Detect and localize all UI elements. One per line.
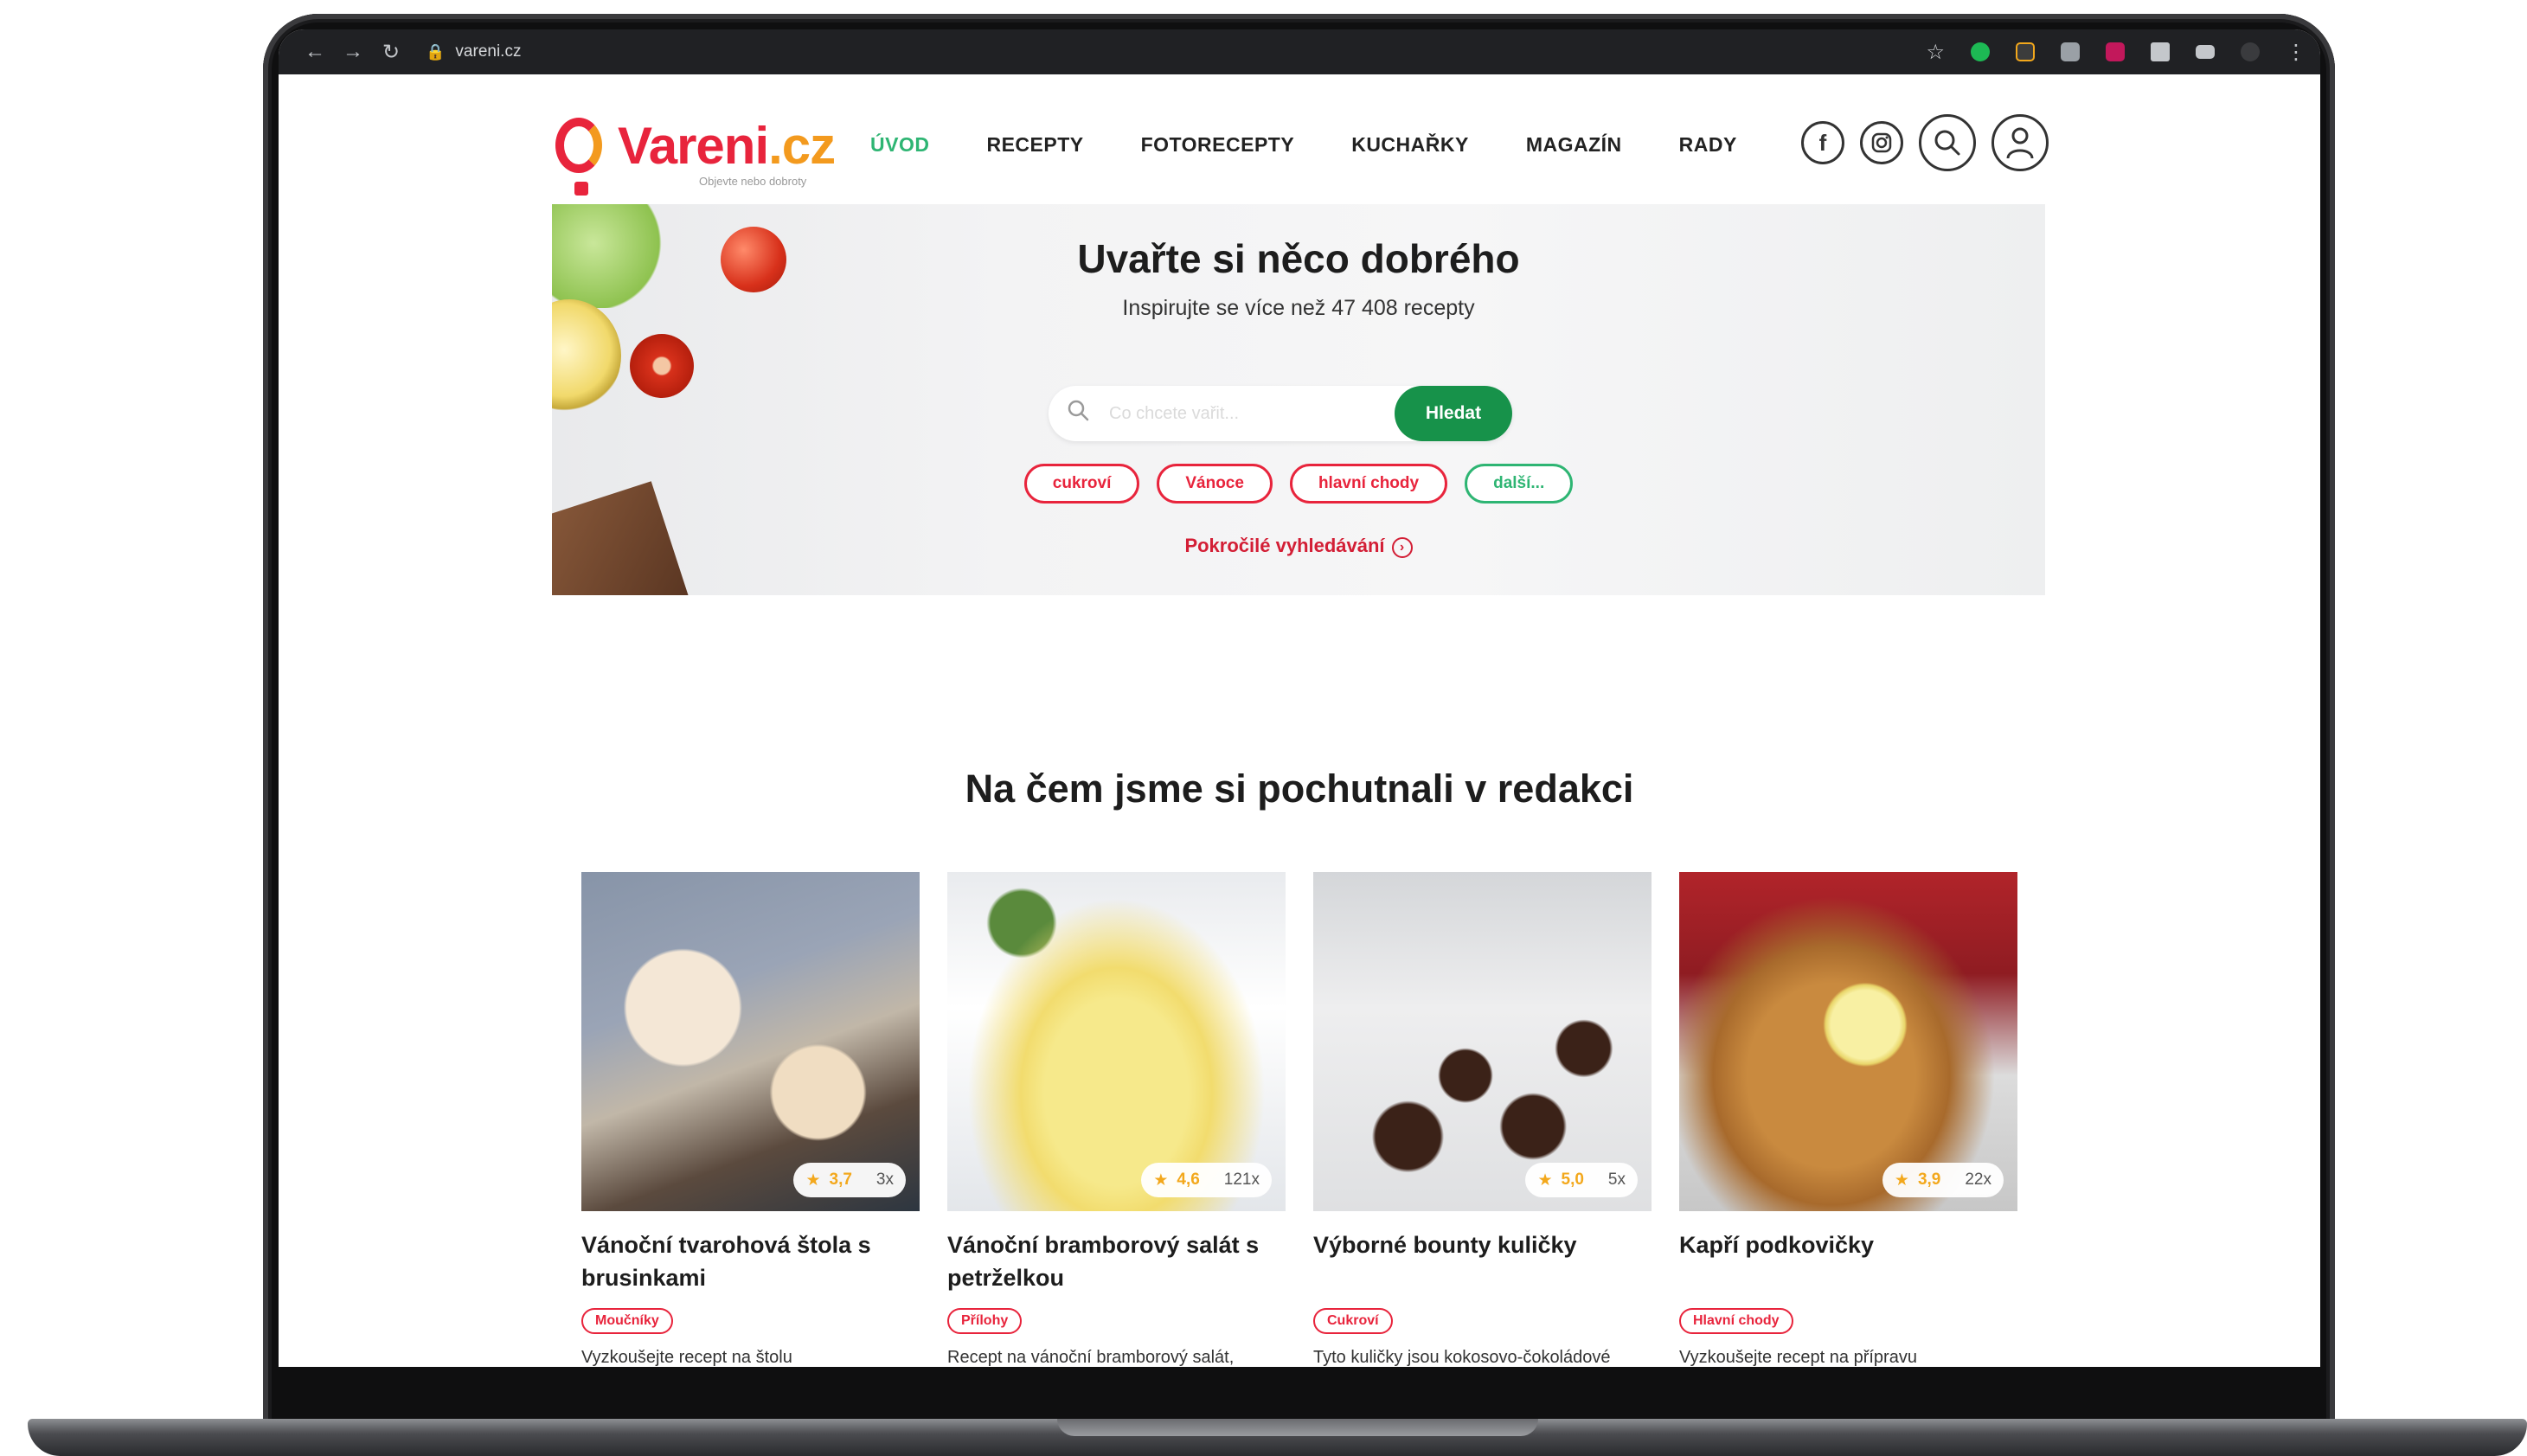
instagram-icon[interactable]: [1860, 121, 1903, 164]
rating-count: 3x: [875, 1171, 894, 1189]
recipe-title[interactable]: Vánoční bramborový salát s petrželkou: [947, 1228, 1286, 1296]
logo-tagline: Objevte nebo dobroty: [699, 175, 807, 188]
rating-badge: ★ 3,9 22x: [1882, 1163, 2004, 1197]
search-icon: [1066, 398, 1090, 428]
advanced-search-label[interactable]: Pokročilé vyhledávání: [1184, 535, 1384, 556]
extension-camera-icon[interactable]: [2061, 42, 2080, 61]
hero-banner: Uvařte si něco dobrého Inspirujte se víc…: [552, 204, 2045, 595]
recipe-card[interactable]: ★ 5,0 5x Výborné bounty kuličky Cukroví …: [1313, 872, 1652, 1367]
star-icon: ★: [1894, 1171, 1909, 1190]
rating-score: 4,6: [1177, 1171, 1200, 1189]
recipe-description: Vyzkoušejte recept na štolu: [581, 1348, 792, 1367]
recipe-search-input[interactable]: [1109, 396, 1351, 431]
arrow-right-circle-icon: ›: [1391, 537, 1413, 558]
recipe-description: Tyto kuličky jsou kokosovo-čokoládové: [1313, 1348, 1611, 1367]
recipe-category[interactable]: Moučníky: [581, 1308, 673, 1334]
star-icon: ★: [805, 1171, 821, 1190]
header-search-icon[interactable]: [1919, 114, 1976, 171]
recipe-search-box: Hledat: [1049, 386, 1512, 441]
nav-item-recepty[interactable]: RECEPTY: [986, 133, 1083, 157]
rating-badge: ★ 3,7 3x: [793, 1163, 906, 1197]
featured-section-title: Na čem jsme si pochutnali v redakci: [965, 766, 1634, 811]
reload-icon[interactable]: ↻: [372, 40, 410, 65]
main-nav: ÚVOD RECEPTY FOTORECEPTY KUCHAŘKY MAGAZÍ…: [870, 133, 1794, 157]
recipe-card[interactable]: ★ 3,9 22x Kapří podkovičky Hlavní chody …: [1679, 872, 2017, 1367]
advanced-search-link[interactable]: Pokročilé vyhledávání ›: [552, 535, 2045, 558]
recipe-category[interactable]: Cukroví: [1313, 1308, 1393, 1334]
recipe-image[interactable]: ★ 4,6 121x: [947, 872, 1286, 1211]
browser-menu-icon[interactable]: ⋮: [2286, 40, 2306, 65]
bookmark-star-icon[interactable]: ☆: [1926, 40, 1945, 65]
logo-mark-icon: [555, 118, 602, 173]
rating-score: 3,9: [1917, 1171, 1941, 1189]
nav-item-uvod[interactable]: ÚVOD: [870, 133, 929, 157]
rating-score: 5,0: [1561, 1171, 1584, 1189]
rating-count: 22x: [1965, 1171, 1991, 1189]
recipe-description: Vyzkoušejte recept na přípravu: [1679, 1348, 1917, 1367]
rating-count: 5x: [1607, 1171, 1626, 1189]
recipe-image[interactable]: ★ 3,7 3x: [581, 872, 920, 1211]
tomato-slice-decoration: [630, 334, 694, 398]
recipe-title[interactable]: Výborné bounty kuličky: [1313, 1228, 1652, 1296]
tag-hlavni-chody[interactable]: hlavní chody: [1289, 464, 1448, 504]
tag-dalsi[interactable]: další...: [1465, 464, 1574, 504]
extension-dark-icon[interactable]: [2016, 42, 2035, 61]
nav-item-rady[interactable]: RADY: [1679, 133, 1737, 157]
recipe-cards: ★ 3,7 3x Vánoční tvarohová štola s brusi…: [581, 872, 2017, 1367]
facebook-icon[interactable]: f: [1801, 121, 1844, 164]
rating-badge: ★ 5,0 5x: [1525, 1163, 1638, 1197]
logo-dot: [574, 182, 588, 196]
recipe-title[interactable]: Kapří podkovičky: [1679, 1228, 2017, 1296]
quick-tags: cukroví Vánoce hlavní chody další...: [552, 464, 2045, 504]
lock-icon: 🔒: [426, 42, 446, 61]
recipe-card[interactable]: ★ 4,6 121x Vánoční bramborový salát s pe…: [947, 872, 1286, 1367]
browser-extensions: ☆ ⋮: [1926, 40, 2306, 65]
profile-avatar-icon[interactable]: [2241, 42, 2260, 61]
star-icon: ★: [1537, 1171, 1553, 1190]
rating-score: 3,7: [829, 1171, 852, 1189]
hero-title: Uvařte si něco dobrého: [1077, 236, 1520, 281]
browser-toolbar: ← → ↻ 🔒 vareni.cz ☆ ⋮: [279, 29, 2320, 74]
laptop-notch: [1057, 1419, 1538, 1436]
rating-badge: ★ 4,6 121x: [1141, 1163, 1272, 1197]
site-logo[interactable]: Vareni.cz Objevte nebo dobroty: [552, 114, 836, 201]
header-icons: f: [1801, 114, 2049, 171]
extension-red-icon[interactable]: [2106, 42, 2125, 61]
url-text: vareni.cz: [455, 42, 522, 61]
recipe-image[interactable]: ★ 3,9 22x: [1679, 872, 2017, 1211]
hero-subtitle: Inspirujte se více než 47 408 recepty: [1122, 296, 1475, 320]
back-arrow-icon[interactable]: ←: [296, 40, 334, 64]
recipe-title[interactable]: Vánoční tvarohová štola s brusinkami: [581, 1228, 920, 1296]
nav-item-fotorecepty[interactable]: FOTORECEPTY: [1141, 133, 1295, 157]
extension-green-icon[interactable]: [1971, 42, 1990, 61]
extensions-puzzle-icon[interactable]: [2151, 42, 2170, 61]
reading-list-icon[interactable]: [2196, 45, 2215, 59]
star-icon: ★: [1153, 1171, 1169, 1190]
screen-bezel: [279, 1367, 2320, 1415]
recipe-card[interactable]: ★ 3,7 3x Vánoční tvarohová štola s brusi…: [581, 872, 920, 1367]
tag-cukrovi[interactable]: cukroví: [1023, 464, 1140, 504]
site-header: Vareni.cz Objevte nebo dobroty ÚVOD RECE…: [552, 114, 2049, 209]
logo-text: Vareni.cz: [618, 117, 836, 175]
user-account-icon[interactable]: [1991, 114, 2049, 171]
tag-vanoce[interactable]: Vánoce: [1157, 464, 1273, 504]
nav-item-magazin[interactable]: MAGAZÍN: [1526, 133, 1622, 157]
rating-count: 121x: [1223, 1171, 1260, 1189]
nav-item-kucharky[interactable]: KUCHAŘKY: [1351, 133, 1469, 157]
recipe-description: Recept na vánoční bramborový salát,: [947, 1348, 1235, 1367]
address-bar[interactable]: 🔒 vareni.cz: [426, 42, 521, 61]
forward-arrow-icon[interactable]: →: [334, 40, 372, 64]
search-submit-button[interactable]: Hledat: [1395, 386, 1512, 441]
recipe-category[interactable]: Hlavní chody: [1679, 1308, 1793, 1334]
laptop-screen: ← → ↻ 🔒 vareni.cz ☆ ⋮ Vareni.cz Objevte: [279, 29, 2320, 1367]
recipe-category[interactable]: Přílohy: [947, 1308, 1023, 1334]
recipe-image[interactable]: ★ 5,0 5x: [1313, 872, 1652, 1211]
